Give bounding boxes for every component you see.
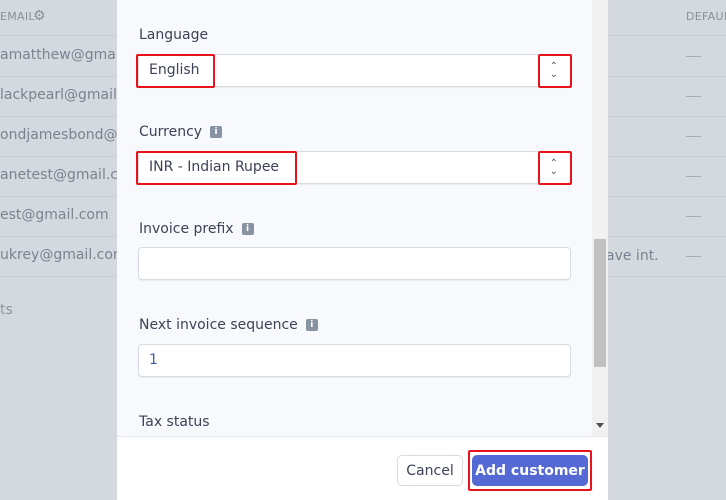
highlight-box: [468, 450, 592, 491]
scrollbar[interactable]: [592, 0, 608, 436]
tax-status-label: Tax status: [139, 414, 210, 430]
email-cell: est@gmail.com: [0, 207, 109, 223]
info-icon[interactable]: i: [305, 319, 318, 331]
add-customer-modal: Language English ⌃ ⌄ Currency i INR - Indi…: [117, 0, 608, 500]
description-cell: ave int.: [606, 248, 659, 264]
invoice-prefix-label: Invoice prefix i: [139, 221, 254, 237]
gear-icon[interactable]: ⚙: [33, 8, 46, 24]
dash: [686, 136, 701, 137]
results-text: ts: [0, 302, 13, 318]
dash: [686, 216, 701, 217]
default-column-header[interactable]: DEFAULT: [686, 10, 726, 23]
dash: [686, 256, 701, 257]
cancel-button[interactable]: Cancel: [397, 455, 463, 486]
next-invoice-sequence-input[interactable]: 1: [138, 344, 571, 377]
highlight-box: [538, 54, 572, 88]
modal-content: Language English ⌃ ⌄ Currency i INR - Indi…: [117, 0, 592, 436]
highlight-box: [538, 151, 572, 185]
scroll-down-arrow-icon[interactable]: [596, 423, 604, 428]
dash: [686, 96, 701, 97]
modal-footer: Cancel Add customer: [117, 436, 608, 500]
dash: [686, 56, 701, 57]
invoice-prefix-input[interactable]: [138, 247, 571, 280]
email-cell: ukrey@gmail.com: [0, 247, 127, 263]
highlight-box: [136, 151, 297, 185]
next-invoice-sequence-label: Next invoice sequence i: [139, 317, 318, 333]
info-icon[interactable]: i: [241, 223, 254, 235]
scrollbar-thumb[interactable]: [594, 239, 606, 367]
dash: [686, 176, 701, 177]
language-label: Language: [139, 27, 209, 43]
info-icon[interactable]: i: [210, 126, 223, 138]
highlight-box: [136, 54, 215, 88]
email-column-header[interactable]: EMAIL: [0, 10, 35, 23]
currency-label: Currency i: [139, 124, 223, 140]
